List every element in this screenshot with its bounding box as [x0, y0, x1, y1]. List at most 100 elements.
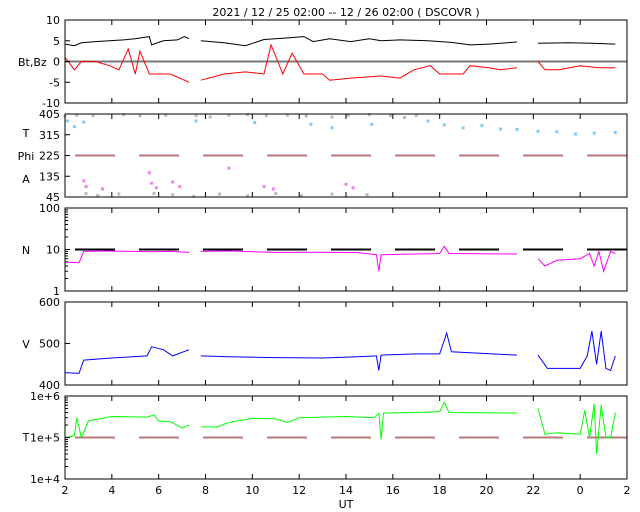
- x-tick-label: 14: [339, 484, 353, 497]
- x-axis-label: UT: [339, 498, 354, 511]
- y-tick-label: 1e+5: [30, 432, 60, 445]
- panels: 1050-5-10Bt,Bz40531522513545TPhiA100101N…: [18, 14, 628, 486]
- data-point: [96, 193, 100, 197]
- data-point: [178, 185, 182, 189]
- data-point: [194, 119, 198, 123]
- x-tick-label: 22: [526, 484, 540, 497]
- x-tick-label: 0: [577, 484, 584, 497]
- y-tick-label: 0: [53, 56, 60, 69]
- panel-mag: 1050-5-10Bt,Bz: [18, 14, 628, 110]
- y-tick-label: 600: [39, 296, 60, 309]
- data-point: [365, 193, 369, 197]
- data-point: [264, 114, 268, 118]
- data-point: [150, 181, 154, 185]
- y-tick-label: 500: [39, 338, 60, 351]
- data-point: [403, 115, 407, 119]
- data-point: [573, 132, 577, 136]
- y-tick-label: 1e+4: [30, 473, 60, 486]
- data-point: [171, 193, 175, 197]
- data-point: [274, 192, 278, 196]
- data-point: [351, 186, 355, 190]
- x-tick-label: 10: [245, 484, 259, 497]
- data-point: [330, 126, 334, 130]
- series-line-bz: [200, 43, 517, 81]
- data-point: [82, 120, 86, 124]
- data-point: [515, 127, 519, 131]
- data-point: [72, 125, 76, 129]
- data-point: [84, 185, 88, 189]
- panel-density: 100101N: [22, 202, 628, 298]
- data-point: [82, 179, 86, 183]
- data-point: [442, 123, 446, 127]
- data-point: [309, 122, 313, 126]
- data-point: [84, 192, 88, 196]
- panel-speed: 600500400V: [22, 296, 628, 392]
- series-line-bt: [537, 42, 616, 45]
- data-point: [330, 192, 334, 196]
- series-line-n: [64, 250, 190, 264]
- series-line-bz: [537, 61, 616, 71]
- series-line-v: [64, 346, 190, 374]
- x-tick-label: 6: [155, 484, 162, 497]
- panel-ylabel: V: [22, 338, 30, 351]
- series-line-bt: [64, 36, 190, 47]
- panel-ylabel: Bt,Bz: [18, 56, 47, 69]
- data-point: [613, 130, 617, 134]
- panel-temperature: 1e+6 1e+5 1e+4 T: [22, 390, 628, 486]
- data-point: [91, 114, 95, 118]
- panel-angles: 40531522513545TPhiA: [18, 108, 628, 204]
- series-line-t: [64, 414, 190, 440]
- y-tick-label: 10: [46, 244, 60, 257]
- y-tick-label: 135: [39, 170, 60, 183]
- data-point: [499, 127, 503, 131]
- y-tick-label: 100: [39, 202, 60, 215]
- data-point: [461, 126, 465, 130]
- x-tick-label: 18: [433, 484, 447, 497]
- data-point: [227, 166, 231, 170]
- data-point: [304, 114, 308, 118]
- data-point: [152, 192, 156, 196]
- data-point: [154, 186, 158, 190]
- data-point: [117, 192, 121, 196]
- panel-ylabel: N: [22, 244, 30, 257]
- data-point: [194, 114, 198, 118]
- series-line-v: [200, 331, 517, 371]
- data-point: [370, 122, 374, 126]
- y-tick-label: 1e+6: [30, 390, 60, 403]
- solar-wind-plot: 2021 / 12 / 25 02:00 -- 12 / 26 02:00 ( …: [18, 6, 631, 511]
- series-line-bz: [64, 47, 190, 83]
- data-point: [414, 114, 418, 118]
- data-point: [147, 171, 151, 175]
- data-point: [271, 187, 275, 191]
- series-line-bt: [200, 36, 517, 47]
- data-point: [208, 115, 212, 119]
- y-tick-label: 315: [39, 129, 60, 142]
- data-point: [592, 131, 596, 135]
- data-point: [330, 115, 334, 119]
- y-tick-label: 10: [46, 14, 60, 27]
- y-tick-label: 225: [39, 150, 60, 163]
- panel-ylabel: T: [22, 431, 30, 444]
- data-point: [555, 130, 559, 134]
- x-axis-ticks: 2 4 6 8 10 12 14 16 18 20 22 0 2: [62, 484, 631, 497]
- data-point: [536, 129, 540, 133]
- data-point: [480, 124, 484, 128]
- data-point: [100, 187, 104, 191]
- data-point: [344, 182, 348, 186]
- data-point: [65, 119, 69, 123]
- data-point: [426, 119, 430, 123]
- x-tick-label: 20: [480, 484, 494, 497]
- x-tick-label: 12: [292, 484, 306, 497]
- data-point: [388, 114, 392, 118]
- data-point: [138, 114, 142, 118]
- data-point: [218, 192, 222, 196]
- y-tick-label: 5: [53, 35, 60, 48]
- chart-title: 2021 / 12 / 25 02:00 -- 12 / 26 02:00 ( …: [212, 6, 479, 19]
- panel-ylabel: T: [22, 127, 30, 140]
- series-line-n: [537, 249, 616, 273]
- x-tick-label: 2: [62, 484, 69, 497]
- x-tick-label: 4: [108, 484, 115, 497]
- x-tick-label: 2: [624, 484, 631, 497]
- panel-frame: [64, 301, 628, 386]
- data-point: [253, 121, 257, 125]
